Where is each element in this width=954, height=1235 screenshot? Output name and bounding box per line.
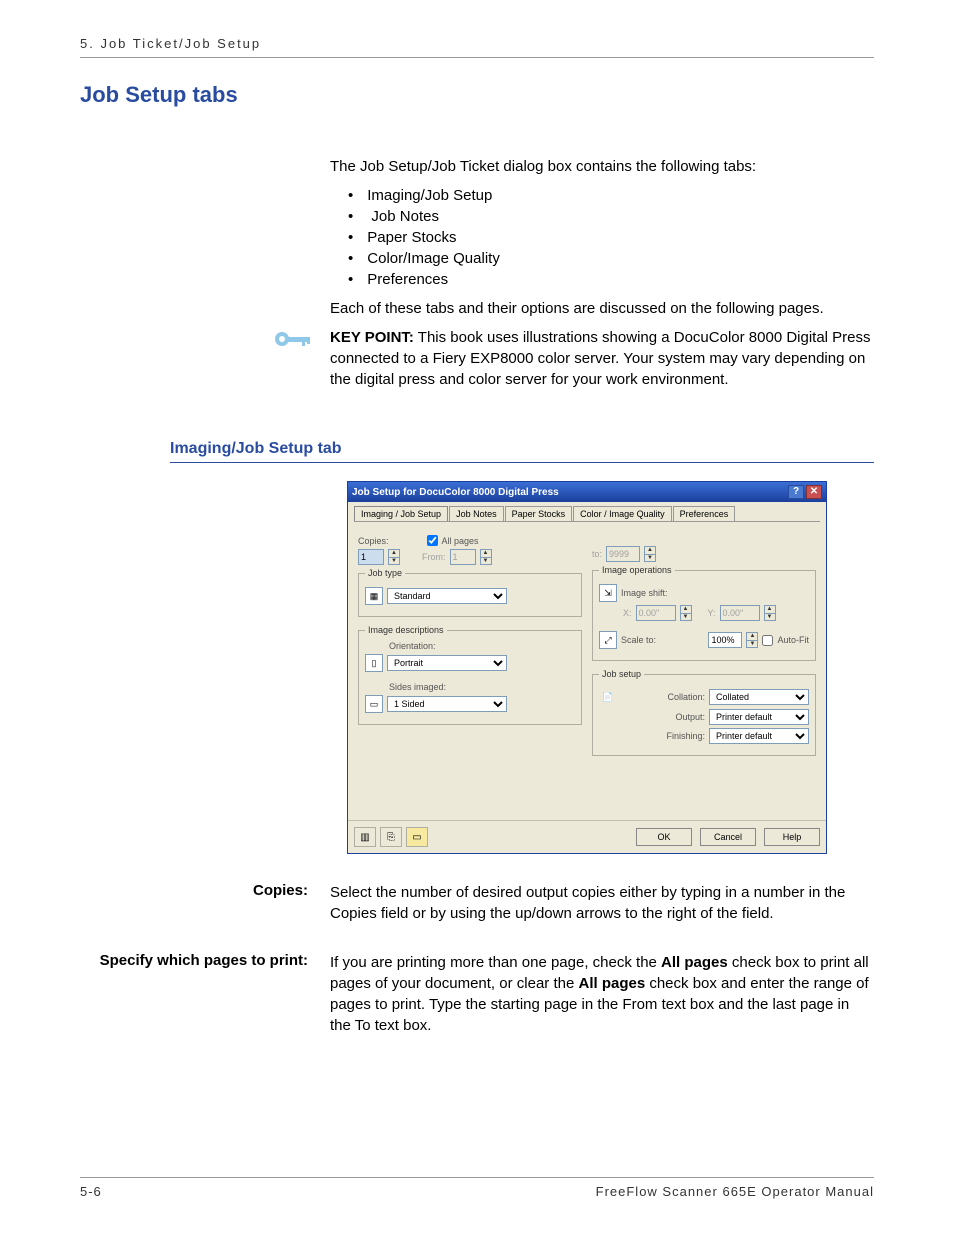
sides-imaged-label: Sides imaged: <box>389 682 575 692</box>
from-label: From: <box>422 552 446 562</box>
all-pages-label: All pages <box>442 536 479 546</box>
collation-label: Collation: <box>667 692 705 702</box>
from-spinner: ▲▼ <box>480 549 492 565</box>
toolbar-icon-1[interactable]: ▥ <box>354 827 376 847</box>
toolbar-icon-3[interactable]: ▭ <box>406 827 428 847</box>
dialog-titlebar[interactable]: Job Setup for DocuColor 8000 Digital Pre… <box>348 482 826 502</box>
definition-copies: Copies: Select the number of desired out… <box>80 882 874 924</box>
dialog-tabs: Imaging / Job Setup Job Notes Paper Stoc… <box>348 502 826 521</box>
definition-body-specify-pages: If you are printing more than one page, … <box>330 952 874 1036</box>
y-label: Y: <box>708 608 716 618</box>
image-operations-legend: Image operations <box>599 565 675 575</box>
toolbar-icon-2[interactable]: ⎘ <box>380 827 402 847</box>
image-descriptions-fieldset: Image descriptions Orientation: ▯ Portra… <box>358 625 582 725</box>
tab-list: Imaging/Job Setup Job Notes Paper Stocks… <box>330 185 874 290</box>
dialog-title: Job Setup for DocuColor 8000 Digital Pre… <box>352 487 559 498</box>
key-point-label: KEY POINT: <box>330 329 414 346</box>
scale-spinner[interactable]: ▲▼ <box>746 632 758 648</box>
output-select[interactable]: Printer default <box>709 709 809 725</box>
intro-block: The Job Setup/Job Ticket dialog box cont… <box>330 156 874 398</box>
definition-term-specify-pages: Specify which pages to print: <box>80 952 330 1036</box>
tab-paper-stocks[interactable]: Paper Stocks <box>505 506 573 521</box>
finishing-select[interactable]: Printer default <box>709 728 809 744</box>
y-spinner: ▲▼ <box>764 605 776 621</box>
header-rule <box>80 57 874 58</box>
bullet-item: Preferences <box>330 269 874 290</box>
x-label: X: <box>623 608 632 618</box>
x-spinner: ▲▼ <box>680 605 692 621</box>
to-input <box>606 546 640 562</box>
page-footer: 5-6 FreeFlow Scanner 665E Operator Manua… <box>80 1177 874 1199</box>
copies-input[interactable] <box>358 549 384 565</box>
scale-icon[interactable]: ⤢ <box>599 631 617 649</box>
ok-button[interactable]: OK <box>636 828 692 846</box>
orientation-select[interactable]: Portrait <box>387 655 507 671</box>
after-bullets-paragraph: Each of these tabs and their options are… <box>330 298 874 319</box>
bold-all-pages-1: All pages <box>661 954 728 971</box>
dialog-button-bar: ▥ ⎘ ▭ OK Cancel Help <box>348 820 826 853</box>
bold-all-pages-2: All pages <box>578 975 645 992</box>
heading-imaging-job-setup-tab: Imaging/Job Setup tab <box>170 440 874 458</box>
collation-select[interactable]: Collated <box>709 689 809 705</box>
job-type-legend: Job type <box>365 568 405 578</box>
output-label: Output: <box>675 712 705 722</box>
help-button[interactable]: Help <box>764 828 820 846</box>
orientation-label: Orientation: <box>389 641 575 651</box>
auto-fit-checkbox[interactable] <box>762 635 773 646</box>
auto-fit-label: Auto-Fit <box>777 635 809 645</box>
titlebar-close-button[interactable]: ✕ <box>806 485 822 499</box>
running-head: 5. Job Ticket/Job Setup <box>80 36 874 51</box>
image-shift-label: Image shift: <box>621 588 668 598</box>
tab-imaging-job-setup[interactable]: Imaging / Job Setup <box>354 506 448 521</box>
key-icon <box>272 327 316 351</box>
bullet-item: Imaging/Job Setup <box>330 185 874 206</box>
finishing-label: Finishing: <box>666 731 705 741</box>
job-setup-fieldset: Job setup 📄 Collation: Collated Output: … <box>592 669 816 756</box>
sides-imaged-icon[interactable]: ▭ <box>365 695 383 713</box>
scale-input[interactable] <box>708 632 742 648</box>
job-setup-icon: 📄 <box>599 688 617 706</box>
x-input <box>636 605 676 621</box>
bullet-item: Paper Stocks <box>330 227 874 248</box>
image-descriptions-legend: Image descriptions <box>365 625 447 635</box>
cancel-button[interactable]: Cancel <box>700 828 756 846</box>
y-input <box>720 605 760 621</box>
job-setup-dialog: Job Setup for DocuColor 8000 Digital Pre… <box>347 481 827 854</box>
heading-job-setup-tabs: Job Setup tabs <box>80 82 874 108</box>
orientation-icon[interactable]: ▯ <box>365 654 383 672</box>
image-shift-icon[interactable]: ⇲ <box>599 584 617 602</box>
text-span: If you are printing more than one page, … <box>330 954 661 971</box>
tab-preferences[interactable]: Preferences <box>673 506 736 521</box>
intro-paragraph: The Job Setup/Job Ticket dialog box cont… <box>330 156 874 177</box>
copies-spinner[interactable]: ▲▼ <box>388 549 400 565</box>
copies-label: Copies: <box>358 536 389 546</box>
tab-job-notes[interactable]: Job Notes <box>449 506 504 521</box>
bullet-item: Color/Image Quality <box>330 248 874 269</box>
sides-imaged-select[interactable]: 1 Sided <box>387 696 507 712</box>
bullet-item: Job Notes <box>330 206 874 227</box>
job-type-icon[interactable]: ▦ <box>365 587 383 605</box>
key-point-paragraph: KEY POINT: This book uses illustrations … <box>330 327 874 390</box>
image-operations-fieldset: Image operations ⇲ Image shift: X: ▲▼ Y:… <box>592 565 816 661</box>
titlebar-help-button[interactable]: ? <box>788 485 804 499</box>
job-type-fieldset: Job type ▦ Standard <box>358 568 582 617</box>
scale-label: Scale to: <box>621 635 656 645</box>
to-spinner: ▲▼ <box>644 546 656 562</box>
definition-term-copies: Copies: <box>80 882 330 924</box>
footer-page-number: 5-6 <box>80 1184 102 1199</box>
subheading-rule <box>170 462 874 463</box>
to-label: to: <box>592 549 602 559</box>
all-pages-checkbox[interactable] <box>427 535 438 546</box>
definition-specify-pages: Specify which pages to print: If you are… <box>80 952 874 1036</box>
definition-body-copies: Select the number of desired output copi… <box>330 882 874 924</box>
job-setup-legend: Job setup <box>599 669 644 679</box>
footer-manual-title: FreeFlow Scanner 665E Operator Manual <box>596 1184 874 1199</box>
tab-color-image-quality[interactable]: Color / Image Quality <box>573 506 672 521</box>
job-type-select[interactable]: Standard <box>387 588 507 604</box>
from-input <box>450 549 476 565</box>
